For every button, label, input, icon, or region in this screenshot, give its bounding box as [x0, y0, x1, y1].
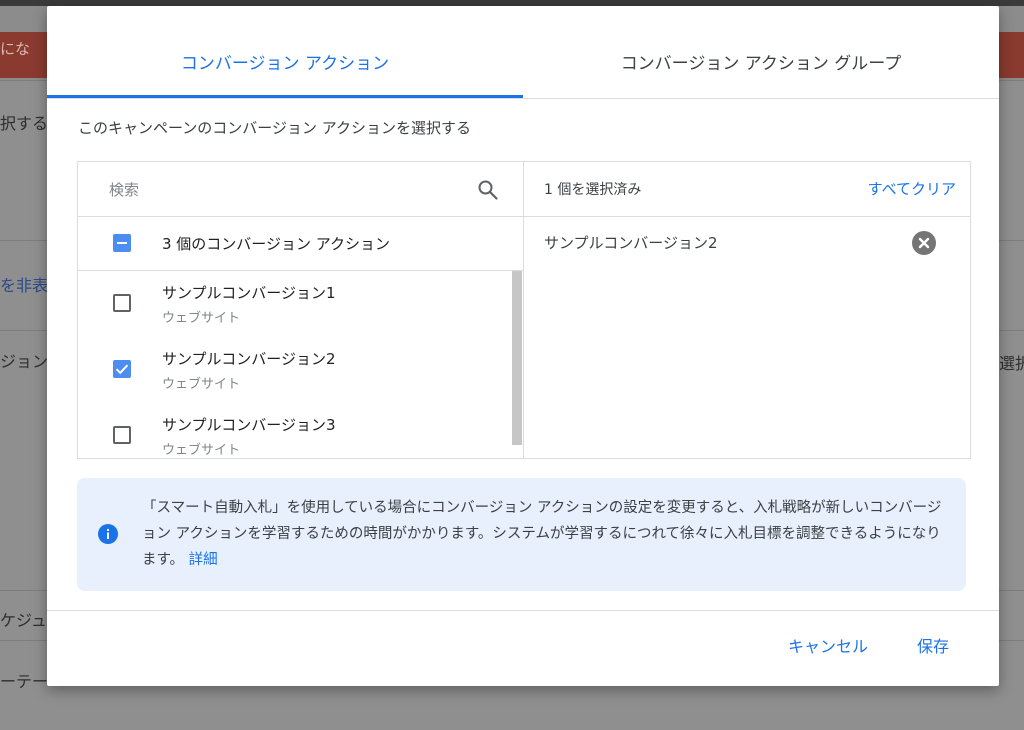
- selection-panel: 3 個のコンバージョン アクション サンプルコンバージョン1 ウェブサイト サン…: [77, 161, 971, 459]
- item-type: ウェブサイト: [162, 377, 241, 392]
- remove-selection-icon[interactable]: [912, 231, 936, 255]
- smart-bidding-notice: 「スマート自動入札」を使用している場合にコンバージョン アクションの設定を変更す…: [77, 478, 966, 591]
- notice-text: 「スマート自動入札」を使用している場合にコンバージョン アクションの設定を変更す…: [142, 500, 942, 568]
- background-row-text: 択する: [0, 114, 49, 133]
- footer-divider: [47, 610, 999, 611]
- tab-conversion-actions[interactable]: コンバージョン アクション: [47, 6, 523, 98]
- list-item[interactable]: サンプルコンバージョン3 ウェブサイト: [78, 403, 513, 458]
- list-item[interactable]: サンプルコンバージョン2 ウェブサイト: [78, 337, 513, 403]
- conversion-action-list: サンプルコンバージョン1 ウェブサイト サンプルコンバージョン2 ウェブサイト …: [78, 271, 523, 458]
- search-row: [78, 162, 523, 217]
- cancel-button[interactable]: キャンセル: [788, 633, 868, 657]
- checkmark-icon: [115, 364, 129, 375]
- background-row-text: ジョン: [0, 352, 49, 371]
- selected-item-name: サンプルコンバージョン2: [544, 234, 718, 252]
- available-actions-pane: 3 個のコンバージョン アクション サンプルコンバージョン1 ウェブサイト サン…: [78, 162, 524, 458]
- active-tab-indicator: [47, 95, 523, 98]
- background-row-text: ケジュ: [0, 611, 47, 630]
- select-all-row[interactable]: 3 個のコンバージョン アクション: [78, 217, 523, 271]
- item-name: サンプルコンバージョン1: [162, 284, 336, 302]
- item-name: サンプルコンバージョン2: [162, 350, 336, 368]
- notice-text-block: 「スマート自動入札」を使用している場合にコンバージョン アクションの設定を変更す…: [142, 495, 942, 573]
- select-all-label: 3 個のコンバージョン アクション: [162, 235, 391, 253]
- list-item[interactable]: サンプルコンバージョン1 ウェブサイト: [78, 271, 513, 337]
- background-row-text: ーテー: [0, 672, 49, 691]
- item-name: サンプルコンバージョン3: [162, 416, 336, 434]
- save-button[interactable]: 保存: [917, 633, 949, 657]
- item-type: ウェブサイト: [162, 311, 241, 326]
- background-row-text: 選択: [999, 354, 1024, 373]
- tab-bar: コンバージョン アクション コンバージョン アクション グループ: [47, 6, 999, 99]
- clear-all-button[interactable]: すべてクリア: [868, 178, 956, 199]
- search-icon[interactable]: [476, 178, 500, 202]
- item-checkbox[interactable]: [113, 426, 131, 444]
- selected-count: 1 個を選択済み: [544, 182, 642, 198]
- selected-header: 1 個を選択済み すべてクリア: [524, 162, 970, 217]
- background-banner-text: にな: [0, 40, 31, 58]
- conversion-action-dialog: コンバージョン アクション コンバージョン アクション グループ このキャンペー…: [47, 6, 999, 686]
- tab-conversion-action-groups[interactable]: コンバージョン アクション グループ: [523, 6, 999, 98]
- list-scrollbar[interactable]: [512, 271, 522, 445]
- info-icon: [98, 524, 118, 544]
- selected-actions-pane: 1 個を選択済み すべてクリア サンプルコンバージョン2: [524, 162, 970, 458]
- select-all-checkbox[interactable]: [113, 234, 131, 252]
- item-type: ウェブサイト: [162, 443, 241, 458]
- search-input[interactable]: [107, 177, 471, 203]
- item-checkbox[interactable]: [113, 360, 131, 378]
- indeterminate-icon: [117, 242, 127, 244]
- item-checkbox[interactable]: [113, 294, 131, 312]
- learn-more-link[interactable]: 詳細: [189, 552, 218, 568]
- instruction-text: このキャンペーンのコンバージョン アクションを選択する: [78, 119, 471, 137]
